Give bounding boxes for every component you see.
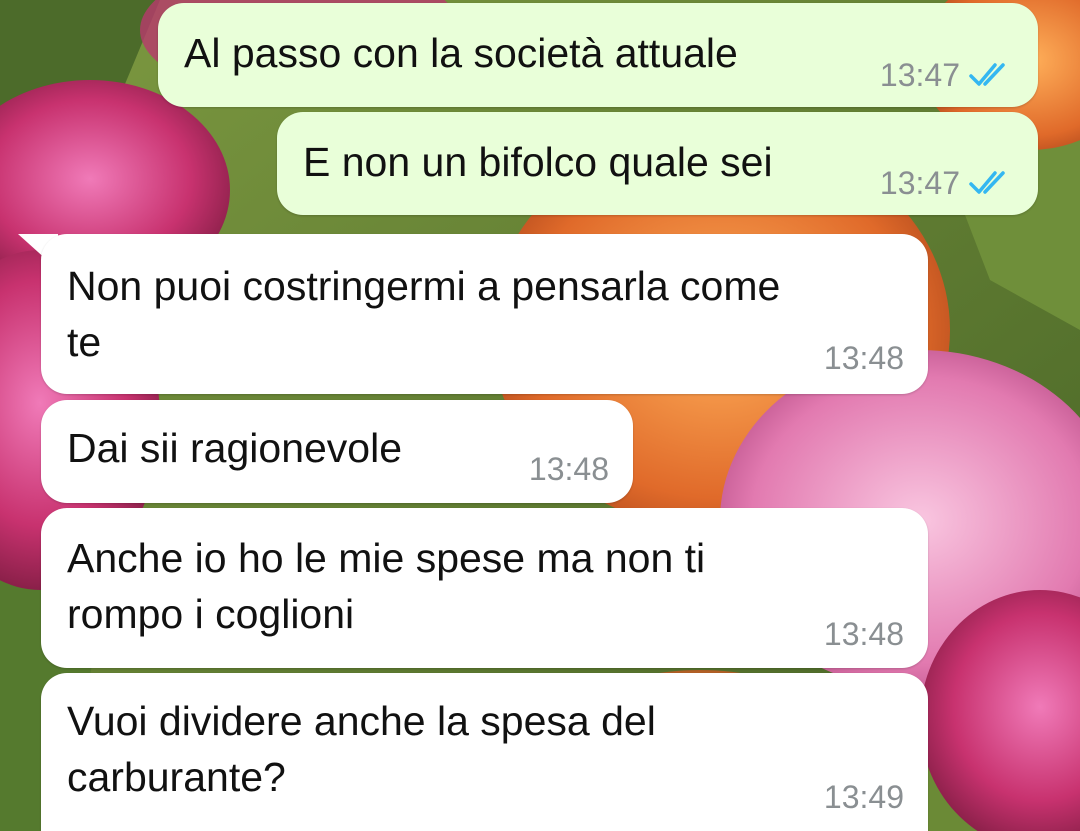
double-check-read-icon (969, 63, 1005, 86)
message-time: 13:47 (879, 165, 960, 201)
message-text: Dai sii ragionevole (67, 425, 403, 471)
message-text: Al passo con la società attuale (184, 30, 738, 76)
message-time: 13:47 (879, 57, 960, 93)
message-meta: 13:47 (880, 57, 1014, 93)
message-time: 13:48 (528, 451, 609, 487)
message-meta: 13:48 (529, 451, 609, 487)
message-meta: 13:47 (880, 165, 1014, 201)
message-time: 13:48 (823, 340, 904, 376)
message-meta: 13:48 (824, 616, 904, 652)
message-meta: 13:48 (824, 340, 904, 376)
incoming-message[interactable]: Dai sii ragionevole 13:48 (41, 400, 633, 503)
message-meta: 13:49 (824, 779, 904, 815)
message-list[interactable]: Al passo con la società attuale 13:47 E … (0, 0, 1080, 831)
message-text: Anche io ho le mie spese ma non ti rompo… (67, 535, 706, 637)
message-text: Non puoi costringermi a pensarla come te (67, 263, 781, 365)
outgoing-message[interactable]: Al passo con la società attuale 13:47 (158, 3, 1038, 107)
outgoing-message[interactable]: E non un bifolco quale sei 13:47 (277, 112, 1038, 215)
double-check-read-icon (969, 171, 1005, 194)
message-text: Vuoi dividere anche la spesa del carbura… (67, 698, 656, 800)
incoming-message[interactable]: Vuoi dividere anche la spesa del carbura… (41, 673, 928, 831)
message-time: 13:48 (823, 616, 904, 652)
message-text: E non un bifolco quale sei (303, 139, 773, 185)
incoming-message[interactable]: Non puoi costringermi a pensarla come te… (41, 234, 928, 394)
message-time: 13:49 (823, 779, 904, 815)
incoming-message[interactable]: Anche io ho le mie spese ma non ti rompo… (41, 508, 928, 668)
